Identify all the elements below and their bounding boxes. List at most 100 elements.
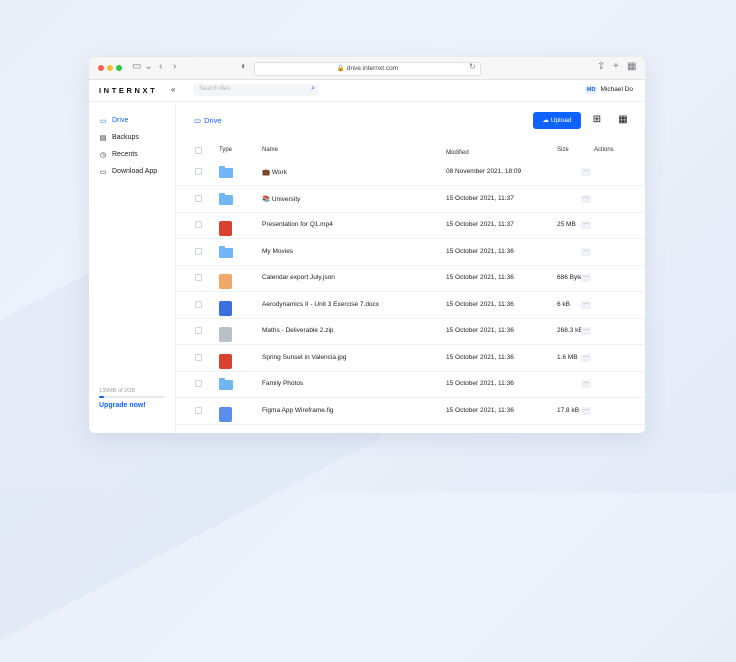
table-row[interactable]: Maths - Deliverable 2.zip 15 October 2021…: [176, 318, 645, 345]
grid-view-button[interactable]: ▦: [616, 113, 630, 127]
minimize-window-button[interactable]: [107, 65, 113, 71]
forward-icon[interactable]: ›: [173, 61, 176, 72]
storage-usage-fill: [99, 396, 104, 398]
more-actions-icon[interactable]: ···: [581, 353, 591, 362]
table-row[interactable]: Spring Sunset in Valencia.jpg 15 October …: [176, 345, 645, 372]
table-row[interactable]: 💼 Work 08 November 2021, 18:09 ···: [176, 159, 645, 186]
internxt-logo: INTERNXT: [99, 86, 158, 95]
file-name[interactable]: 💼 Work: [262, 168, 287, 176]
row-checkbox[interactable]: [195, 353, 202, 361]
more-actions-icon[interactable]: ···: [581, 247, 591, 256]
file-modified: 15 October 2021, 11:36: [446, 380, 514, 387]
row-checkbox[interactable]: [195, 380, 202, 387]
sidebar-toggle-icon[interactable]: ▭ ⌄: [132, 61, 153, 72]
breadcrumb[interactable]: ▭ Drive: [194, 116, 222, 125]
more-actions-icon[interactable]: ···: [581, 274, 591, 282]
storage-usage-bar: [99, 396, 165, 398]
clock-icon: ◷: [99, 151, 107, 159]
select-all-checkbox[interactable]: [195, 147, 202, 154]
file-size: 6 kB: [557, 300, 571, 308]
sidebar-item-label: Backups: [112, 134, 139, 141]
file-name[interactable]: Calendar export July.json: [262, 274, 335, 281]
table-row[interactable]: 📚 University 15 October 2021, 11:37 ···: [176, 186, 645, 213]
more-actions-icon[interactable]: ···: [581, 327, 591, 335]
new-folder-button[interactable]: ⊞: [590, 113, 604, 127]
row-checkbox[interactable]: [195, 327, 202, 334]
avatar: MD: [584, 86, 598, 94]
search-placeholder: Search files: [199, 86, 231, 92]
upgrade-link[interactable]: Upgrade now!: [99, 402, 146, 409]
url-text: drive.internxt.com: [346, 65, 399, 72]
file-browser: ▭ Drive ☁ Upload ⊞ ▦ Type Name Modified ↓…: [176, 102, 645, 433]
more-actions-icon[interactable]: ···: [581, 168, 591, 176]
row-checkbox[interactable]: [195, 406, 202, 414]
folder-file-icon: [219, 192, 233, 205]
file-name[interactable]: Family Photos: [262, 380, 303, 387]
more-actions-icon[interactable]: ···: [581, 221, 591, 229]
more-actions-icon[interactable]: ···: [581, 300, 591, 309]
word-file-icon: [219, 300, 232, 316]
table-header: Type Name Modified ↓ Size Actions: [176, 144, 645, 158]
share-icon[interactable]: ⇪: [597, 61, 605, 72]
privacy-shield-icon[interactable]: ◐: [241, 61, 247, 72]
upload-label: Upload: [550, 117, 572, 124]
more-actions-icon[interactable]: ···: [581, 380, 591, 388]
folder-file-icon: [219, 166, 233, 178]
sidebar-item-recents[interactable]: ◷ Recents: [99, 151, 138, 159]
table-row[interactable]: Calendar export July.json 15 October 2021…: [176, 265, 645, 292]
search-input[interactable]: Search files ⌕: [193, 84, 319, 96]
upload-button[interactable]: ☁ Upload: [533, 112, 581, 129]
reload-icon[interactable]: ↻: [469, 62, 476, 71]
table-row[interactable]: My Movies 15 October 2021, 11:36 ···: [176, 239, 645, 266]
search-icon[interactable]: ⌕: [311, 85, 315, 93]
figma-file-icon: [219, 406, 232, 422]
row-checkbox[interactable]: [195, 247, 202, 255]
folder-file-icon: [219, 378, 233, 390]
file-modified: 15 October 2021, 11:36: [446, 327, 514, 334]
sidebar-item-backups[interactable]: ▤ Backups: [99, 134, 139, 142]
sidebar-item-drive[interactable]: ▭ Drive: [99, 117, 129, 125]
file-name[interactable]: Figma App Wireframe.fig: [262, 407, 334, 414]
upload-cloud-icon: ☁: [542, 117, 551, 124]
close-window-button[interactable]: [98, 65, 104, 71]
file-name[interactable]: Maths - Deliverable 2.zip: [262, 327, 334, 334]
grid-view-icon: ▦: [618, 114, 628, 125]
back-icon[interactable]: ‹: [159, 61, 162, 72]
address-bar[interactable]: 🔒 drive.internxt.com: [254, 62, 481, 76]
sidebar-item-label: Drive: [112, 117, 129, 124]
row-checkbox[interactable]: [195, 194, 202, 202]
user-menu[interactable]: MD Michael Do: [584, 86, 633, 94]
file-size: 25 MB: [557, 221, 576, 228]
row-checkbox[interactable]: [195, 300, 202, 308]
table-row[interactable]: Figma App Wireframe.fig 15 October 2021, …: [176, 398, 645, 425]
backup-drive-icon: ▤: [99, 134, 107, 142]
more-actions-icon[interactable]: ···: [581, 406, 591, 415]
file-name[interactable]: 📚 University: [262, 195, 300, 203]
more-actions-icon[interactable]: ···: [581, 194, 591, 203]
column-name[interactable]: Name: [262, 147, 278, 153]
file-modified: 15 October 2021, 11:36: [446, 353, 514, 361]
collapse-sidebar-button[interactable]: «: [171, 85, 175, 94]
file-modified: 15 October 2021, 11:36: [446, 247, 514, 255]
file-name[interactable]: My Movies: [262, 248, 293, 255]
folder-icon: ▭: [194, 116, 202, 125]
image-file-icon: [219, 353, 232, 369]
row-checkbox[interactable]: [195, 274, 202, 281]
maximize-window-button[interactable]: [116, 65, 122, 71]
file-name[interactable]: Spring Sunset in Valencia.jpg: [262, 354, 346, 361]
file-name[interactable]: Presentation for Q1.mp4: [262, 221, 333, 228]
table-row[interactable]: Presentation for Q1.mp4 15 October 2021, …: [176, 212, 645, 239]
file-size: 17.8 kB: [557, 406, 580, 414]
row-checkbox[interactable]: [195, 168, 202, 175]
column-actions: Actions: [594, 147, 614, 153]
table-row[interactable]: Aerodynamics II - Unit 3 Exercise 7.docx…: [176, 292, 645, 319]
folder-file-icon: [219, 245, 233, 258]
file-size: 1.6 MB: [557, 353, 578, 361]
file-name[interactable]: Aerodynamics II - Unit 3 Exercise 7.docx: [262, 301, 379, 308]
tab-overview-icon[interactable]: ▦: [627, 61, 636, 72]
sidebar-item-download-app[interactable]: ▭ Download App: [99, 168, 157, 176]
row-checkbox[interactable]: [195, 221, 202, 228]
table-row[interactable]: Family Photos 15 October 2021, 11:36 ···: [176, 371, 645, 398]
sidebar-item-label: Recents: [112, 151, 138, 158]
new-tab-icon[interactable]: +: [613, 61, 619, 72]
